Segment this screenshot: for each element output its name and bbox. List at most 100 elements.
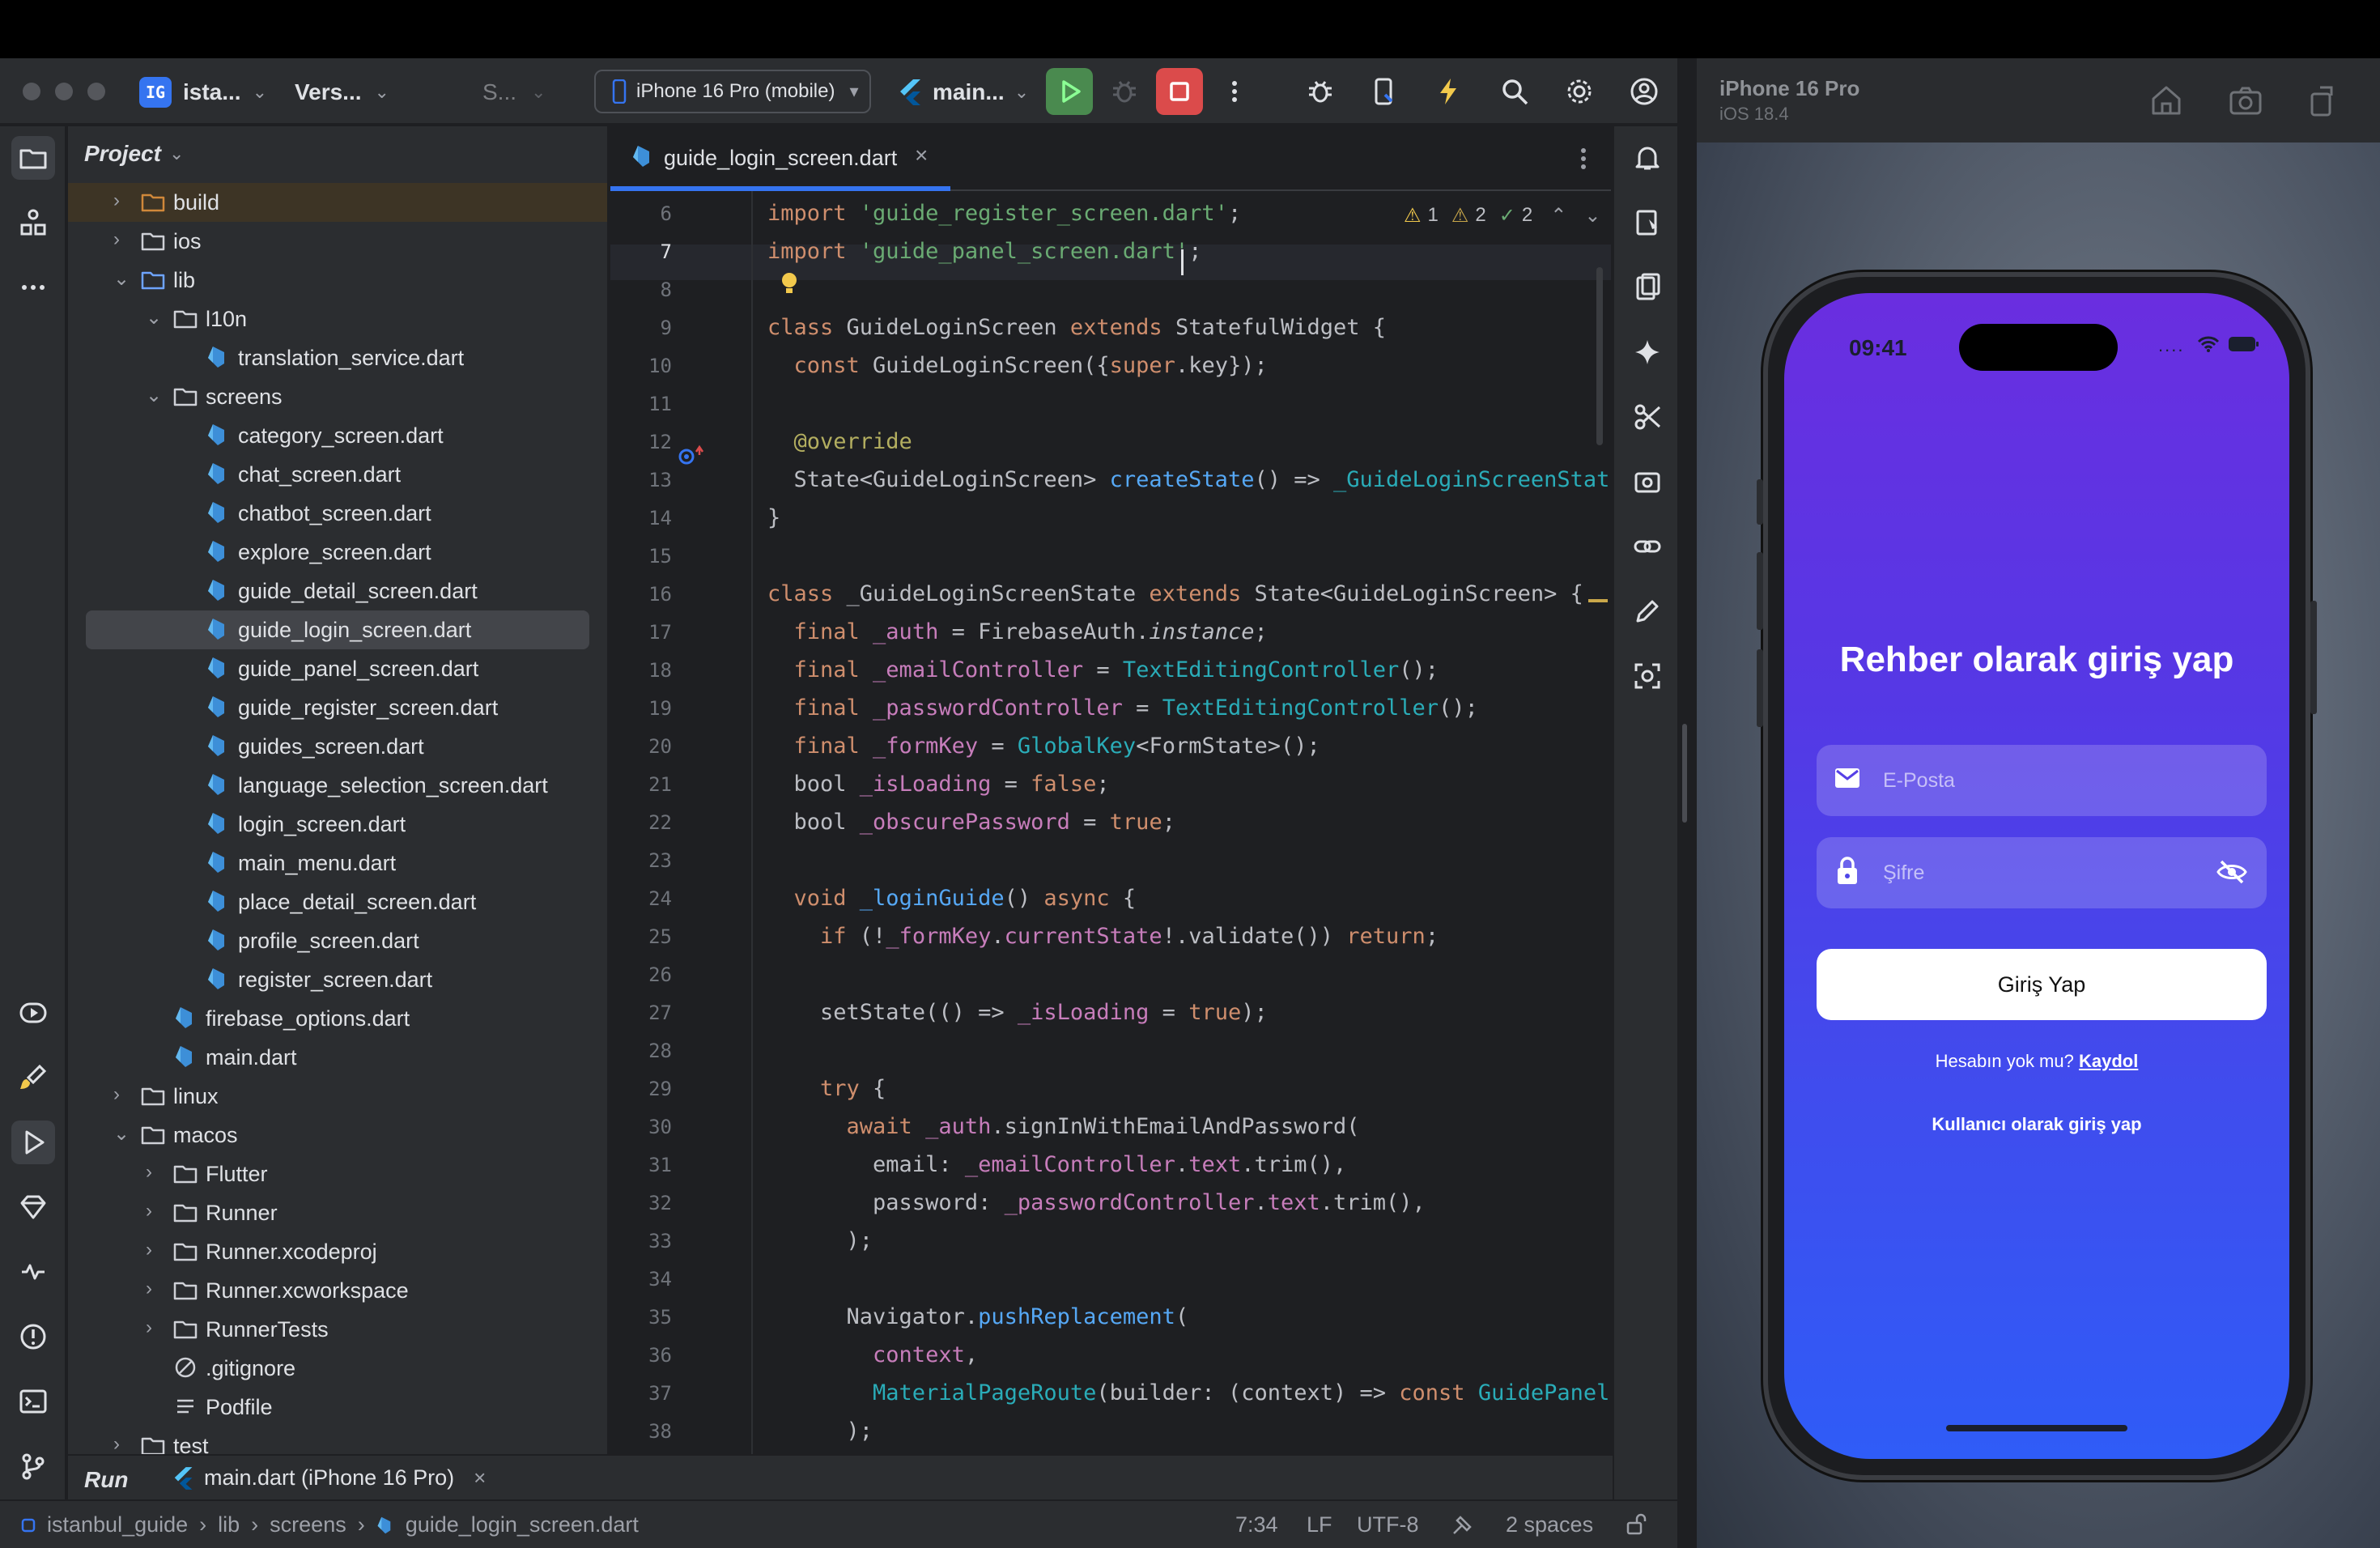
line-number[interactable]: 12 bbox=[610, 431, 672, 453]
tree-item[interactable]: firebase_options.dart bbox=[68, 999, 607, 1038]
tree-item[interactable]: › Flutter bbox=[68, 1155, 607, 1193]
edit-tool-button[interactable] bbox=[1626, 589, 1669, 633]
more-actions-button[interactable] bbox=[1211, 68, 1258, 115]
run-tool-button[interactable] bbox=[11, 1121, 55, 1164]
login-button[interactable]: Giriş Yap bbox=[1817, 949, 2267, 1020]
window-zoom-button[interactable] bbox=[87, 83, 105, 100]
line-number[interactable]: 13 bbox=[610, 469, 672, 491]
line-number[interactable]: 22 bbox=[610, 811, 672, 834]
line-number[interactable]: 10 bbox=[610, 355, 672, 377]
tree-item[interactable]: place_detail_screen.dart bbox=[68, 882, 607, 921]
line-number[interactable]: 25 bbox=[610, 925, 672, 948]
tree-item[interactable]: ⌄ lib bbox=[68, 261, 607, 300]
chevron-down-icon[interactable]: ⌄ bbox=[146, 306, 162, 330]
code-area[interactable]: 6 import 'guide_register_screen.dart'; 7 im… bbox=[610, 191, 1611, 1454]
settings-button[interactable] bbox=[1556, 68, 1603, 115]
tree-item[interactable]: profile_screen.dart bbox=[68, 921, 607, 960]
breadcrumb-file[interactable]: guide_login_screen.dart bbox=[406, 1512, 639, 1537]
line-number[interactable]: 38 bbox=[610, 1420, 672, 1443]
account-button[interactable] bbox=[1621, 68, 1668, 115]
hot-reload-button[interactable] bbox=[1425, 68, 1472, 115]
services-tool-button[interactable] bbox=[11, 991, 55, 1035]
chevron-right-icon[interactable]: › bbox=[113, 189, 120, 212]
user-login-link[interactable]: Kullanıcı olarak giriş yap bbox=[1784, 1114, 2289, 1135]
line-number[interactable]: 11 bbox=[610, 393, 672, 415]
line-number[interactable]: 9 bbox=[610, 317, 672, 339]
tree-item[interactable]: guide_register_screen.dart bbox=[68, 688, 607, 727]
line-number[interactable]: 34 bbox=[610, 1268, 672, 1291]
warning-stripe-marker[interactable] bbox=[1588, 599, 1608, 602]
search-everywhere-button[interactable] bbox=[1491, 68, 1538, 115]
tree-item[interactable]: Podfile bbox=[68, 1388, 607, 1427]
run-tab[interactable]: main.dart (iPhone 16 Pro) × bbox=[173, 1465, 486, 1491]
tree-item[interactable]: guide_detail_screen.dart bbox=[68, 572, 607, 610]
email-field[interactable]: E-Posta bbox=[1817, 745, 2267, 816]
emulator-button[interactable] bbox=[1626, 460, 1669, 504]
tree-item[interactable]: main.dart bbox=[68, 1038, 607, 1077]
tree-item[interactable]: › linux bbox=[68, 1077, 607, 1116]
stop-button[interactable] bbox=[1156, 68, 1203, 115]
lightbulb-icon[interactable] bbox=[779, 270, 800, 296]
chevron-down-icon[interactable]: ⌄ bbox=[113, 267, 130, 291]
tree-item[interactable]: explore_screen.dart bbox=[68, 533, 607, 572]
line-number[interactable]: 6 bbox=[610, 202, 672, 225]
line-number[interactable]: 28 bbox=[610, 1040, 672, 1062]
line-number[interactable]: 29 bbox=[610, 1078, 672, 1100]
editor-tab-active[interactable]: guide_login_screen.dart × bbox=[610, 126, 950, 191]
breadcrumb-lib[interactable]: lib bbox=[218, 1512, 240, 1537]
structure-tool-button[interactable] bbox=[11, 201, 55, 245]
tree-item[interactable]: › ios bbox=[68, 222, 607, 261]
run-config-selector[interactable]: main... ⌄ bbox=[899, 74, 1029, 110]
line-number[interactable]: 23 bbox=[610, 849, 672, 872]
line-number[interactable]: 7 bbox=[610, 240, 672, 263]
device-manager-button[interactable] bbox=[1360, 68, 1407, 115]
line-number[interactable]: 18 bbox=[610, 659, 672, 682]
tree-item[interactable]: category_screen.dart bbox=[68, 416, 607, 455]
tree-item[interactable]: › Runner bbox=[68, 1193, 607, 1232]
chevron-right-icon[interactable]: › bbox=[146, 1239, 152, 1261]
line-number[interactable]: 32 bbox=[610, 1192, 672, 1214]
line-number[interactable]: 26 bbox=[610, 963, 672, 986]
more-tools-button[interactable] bbox=[11, 266, 55, 309]
line-number[interactable]: 37 bbox=[610, 1382, 672, 1405]
password-field[interactable]: Şifre bbox=[1817, 837, 2267, 908]
line-number[interactable]: 20 bbox=[610, 735, 672, 758]
line-number[interactable]: 27 bbox=[610, 1002, 672, 1024]
window-minimize-button[interactable] bbox=[55, 83, 73, 100]
line-number[interactable]: 35 bbox=[610, 1306, 672, 1329]
window-close-button[interactable] bbox=[23, 83, 40, 100]
dart-analysis-button[interactable] bbox=[11, 1250, 55, 1294]
tree-item[interactable]: .gitignore bbox=[68, 1349, 607, 1388]
debug-button[interactable] bbox=[1101, 68, 1148, 115]
tree-item[interactable]: main_menu.dart bbox=[68, 844, 607, 882]
close-run-tab-icon[interactable]: × bbox=[474, 1465, 486, 1491]
line-number[interactable]: 14 bbox=[610, 507, 672, 529]
notifications-button[interactable] bbox=[1626, 136, 1669, 180]
chevron-right-icon[interactable]: › bbox=[146, 1200, 152, 1223]
previous-highlight-icon[interactable]: ⌃ bbox=[1550, 204, 1566, 228]
screenshot-tool-button[interactable] bbox=[1626, 654, 1669, 698]
more-vertical-icon[interactable] bbox=[1569, 144, 1598, 173]
tree-item[interactable]: guide_panel_screen.dart bbox=[68, 649, 607, 688]
tree-item[interactable]: chat_screen.dart bbox=[68, 455, 607, 494]
screenshot-icon[interactable] bbox=[2228, 83, 2263, 118]
line-number[interactable]: 17 bbox=[610, 621, 672, 644]
indent-setting[interactable]: 2 spaces bbox=[1506, 1512, 1593, 1537]
dimmed-widget[interactable]: S... ⌄ bbox=[482, 74, 546, 110]
tree-item[interactable]: › Runner.xcodeproj bbox=[68, 1232, 607, 1271]
project-tool-button[interactable] bbox=[11, 136, 55, 180]
problems-tool-button[interactable] bbox=[11, 1315, 55, 1359]
chevron-right-icon[interactable]: › bbox=[146, 1316, 152, 1339]
tree-item[interactable]: guides_screen.dart bbox=[68, 727, 607, 766]
tree-item[interactable]: chatbot_screen.dart bbox=[68, 494, 607, 533]
line-number[interactable]: 21 bbox=[610, 773, 672, 796]
links-button[interactable] bbox=[1626, 525, 1669, 568]
chevron-right-icon[interactable]: › bbox=[146, 1278, 152, 1300]
flutter-inspector-button[interactable] bbox=[11, 1056, 55, 1099]
run-button[interactable] bbox=[1046, 68, 1093, 115]
tree-item[interactable]: › RunnerTests bbox=[68, 1310, 607, 1349]
line-number[interactable]: 19 bbox=[610, 697, 672, 720]
chevron-down-icon[interactable]: ⌄ bbox=[146, 384, 162, 407]
chevron-right-icon[interactable]: › bbox=[113, 1083, 120, 1106]
tree-item[interactable]: › Runner.xcworkspace bbox=[68, 1271, 607, 1310]
